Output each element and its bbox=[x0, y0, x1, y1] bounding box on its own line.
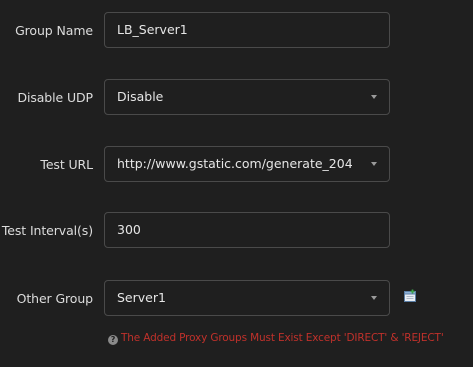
chevron-down-icon bbox=[371, 95, 377, 99]
disable-udp-select[interactable]: Disable bbox=[104, 79, 390, 115]
other-group-value: Server1 bbox=[117, 290, 166, 305]
test-url-select[interactable]: http://www.gstatic.com/generate_204 bbox=[104, 146, 390, 182]
disable-udp-value: Disable bbox=[117, 89, 164, 104]
test-url-row: Test URL http://www.gstatic.com/generate… bbox=[0, 146, 473, 184]
test-interval-label: Test Interval(s) bbox=[1, 223, 93, 238]
test-interval-input[interactable]: 300 bbox=[104, 212, 390, 248]
disable-udp-label: Disable UDP bbox=[17, 90, 93, 105]
other-group-label: Other Group bbox=[16, 291, 94, 306]
test-interval-value: 300 bbox=[117, 222, 141, 237]
chevron-down-icon bbox=[371, 296, 377, 300]
test-url-label: Test URL bbox=[40, 157, 93, 172]
chevron-down-icon bbox=[371, 162, 377, 166]
group-name-input[interactable]: LB_Server1 bbox=[104, 12, 390, 48]
other-group-select[interactable]: Server1 bbox=[104, 280, 390, 316]
test-interval-row: Test Interval(s) 300 bbox=[0, 212, 473, 250]
disable-udp-row: Disable UDP Disable bbox=[0, 79, 473, 117]
question-circle-icon: ? bbox=[108, 335, 118, 345]
proxy-groups-hint: ? The Added Proxy Groups Must Exist Excep… bbox=[108, 331, 444, 345]
group-name-row: Group Name LB_Server1 bbox=[0, 12, 473, 50]
add-group-icon[interactable] bbox=[403, 289, 417, 303]
hint-text: The Added Proxy Groups Must Exist Except… bbox=[121, 332, 444, 344]
test-url-value: http://www.gstatic.com/generate_204 bbox=[117, 156, 353, 171]
group-name-value: LB_Server1 bbox=[117, 22, 188, 37]
group-name-label: Group Name bbox=[15, 23, 93, 38]
